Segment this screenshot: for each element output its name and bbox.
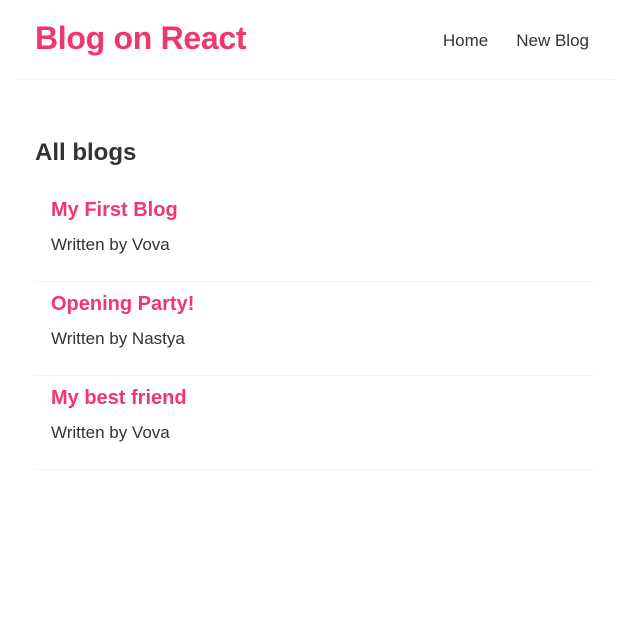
nav-link-new-blog[interactable]: New Blog (516, 31, 589, 51)
blog-preview[interactable]: My best friend Written by Vova (35, 377, 595, 470)
blog-author: Written by Vova (51, 235, 170, 254)
nav-link-home[interactable]: Home (443, 31, 488, 51)
blog-preview[interactable]: My First Blog Written by Vova (35, 189, 595, 282)
blog-title-link[interactable]: Opening Party! (51, 293, 194, 316)
page-title: All blogs (35, 139, 137, 166)
navbar: Blog on React Home New Blog (16, 0, 615, 80)
blog-title-link[interactable]: My best friend (51, 387, 187, 410)
blog-author: Written by Vova (51, 423, 170, 442)
blog-list: My First Blog Written by Vova Opening Pa… (35, 189, 595, 470)
site-title[interactable]: Blog on React (35, 20, 247, 57)
blog-author: Written by Nastya (51, 329, 185, 348)
nav-links: Home New Blog (443, 31, 589, 51)
main-content: All blogs My First Blog Written by Vova … (35, 139, 595, 471)
blog-preview[interactable]: Opening Party! Written by Nastya (35, 283, 595, 376)
blog-title-link[interactable]: My First Blog (51, 199, 178, 222)
